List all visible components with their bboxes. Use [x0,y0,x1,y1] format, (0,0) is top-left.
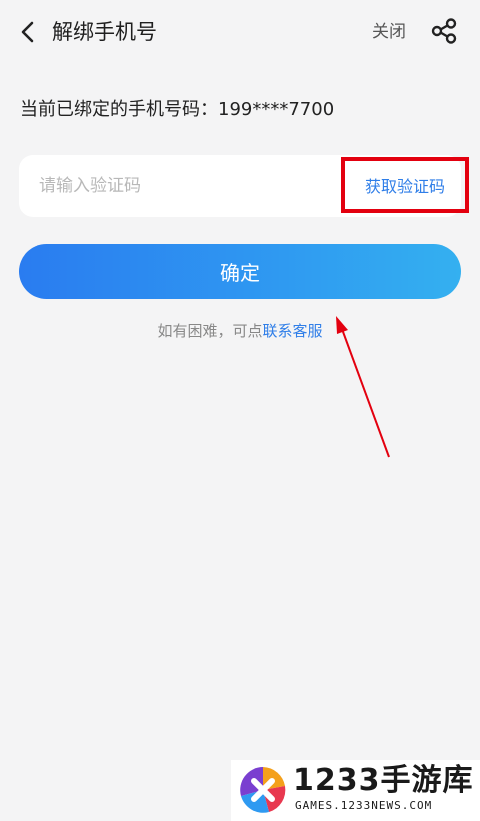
get-code-button[interactable]: 获取验证码 [341,157,469,213]
watermark-site: GAMES.1233NEWS.COM [295,799,433,812]
contact-support-link[interactable]: 联系客服 [263,322,323,340]
page-title: 解绑手机号 [52,20,157,44]
confirm-label: 确定 [220,261,260,285]
share-icon[interactable] [429,16,459,46]
get-code-label: 获取验证码 [364,177,445,196]
watermark-brand: 1233手游库 [293,763,474,798]
watermark-logo-icon [239,766,287,814]
close-button[interactable]: 关闭 [372,19,406,45]
verification-code-input[interactable] [39,169,329,203]
bound-phone-text: 当前已绑定的手机号码：199****7700 [20,99,335,120]
help-line: 如有困难，可点联系客服 [0,319,480,343]
help-prefix-text: 如有困难，可点 [157,322,263,340]
confirm-button[interactable]: 确定 [19,244,461,299]
back-arrow-icon[interactable] [14,18,42,46]
top-bar: 解绑手机号 关闭 [0,0,480,64]
watermark: 1233手游库 GAMES.1233NEWS.COM [231,760,480,821]
